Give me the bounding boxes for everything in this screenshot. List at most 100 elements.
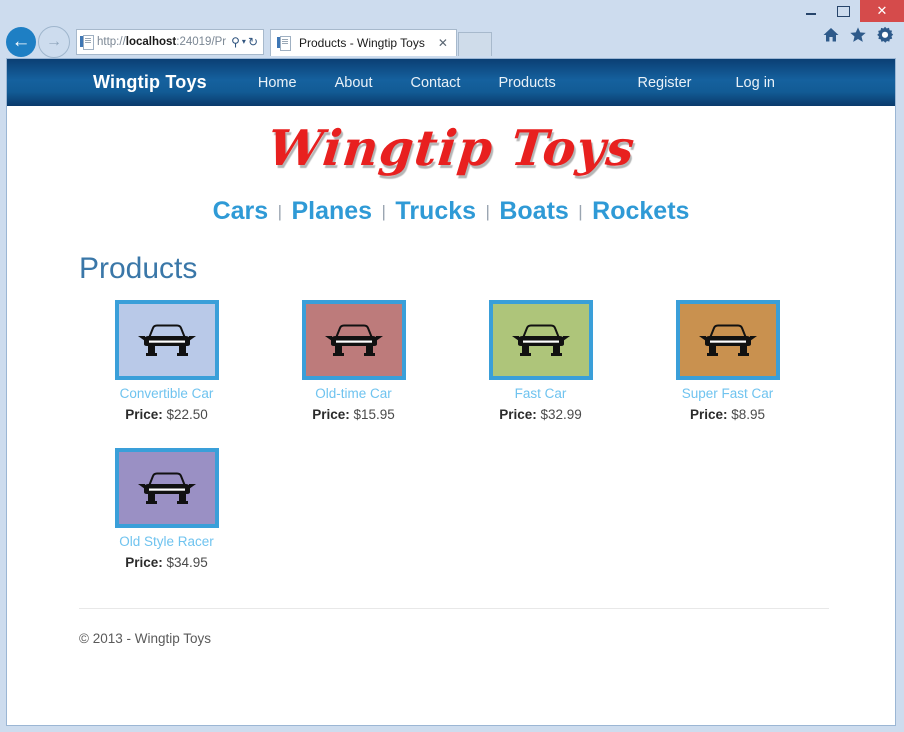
product-price: Price: $8.95 — [634, 407, 821, 422]
category-separator: | — [573, 202, 587, 221]
product-card: Fast Car Price: $32.99 — [447, 300, 634, 422]
product-image-link[interactable] — [115, 300, 219, 380]
price-value: $34.95 — [167, 555, 208, 570]
browser-window: ✕ ← → http://localhost:24019/Pr ⚲ ▾ ↻ Pr… — [0, 0, 904, 732]
site-logo: Wingtip Toys — [7, 106, 895, 177]
product-card: Old Style Racer Price: $34.95 — [73, 448, 260, 570]
close-button[interactable]: ✕ — [860, 0, 904, 22]
car-icon — [697, 320, 759, 360]
nav-link-about[interactable]: About — [316, 75, 392, 91]
url-path: :24019/Pr — [176, 36, 226, 48]
tab-title: Products - Wingtip Toys — [299, 36, 425, 50]
title-bar: ✕ — [0, 0, 904, 22]
product-thumbnail-wrap — [73, 448, 260, 528]
nav-link-login[interactable]: Log in — [713, 75, 797, 91]
product-image-link[interactable] — [115, 448, 219, 528]
price-value: $32.99 — [541, 407, 582, 422]
price-label: Price: — [125, 407, 163, 422]
product-image-link[interactable] — [676, 300, 780, 380]
product-thumbnail-wrap — [260, 300, 447, 380]
price-value: $15.95 — [354, 407, 395, 422]
address-bar-icons: ⚲ ▾ ↻ — [231, 36, 260, 48]
forward-arrow-icon: → — [46, 33, 62, 51]
product-name-link[interactable]: Super Fast Car — [634, 386, 821, 401]
product-name-link[interactable]: Old-time Car — [260, 386, 447, 401]
tab-products[interactable]: Products - Wingtip Toys ✕ — [270, 29, 457, 56]
category-link-boats[interactable]: Boats — [499, 197, 568, 225]
category-links: Cars | Planes | Trucks | Boats | Rockets — [7, 197, 895, 226]
category-separator: | — [273, 202, 287, 221]
product-image-link[interactable] — [489, 300, 593, 380]
tab-favicon-icon — [277, 36, 290, 50]
product-card: Old-time Car Price: $15.95 — [260, 300, 447, 422]
url-text: http://localhost:24019/Pr — [97, 36, 231, 48]
nav-link-products[interactable]: Products — [479, 75, 574, 91]
product-thumbnail-wrap — [634, 300, 821, 380]
category-link-trucks[interactable]: Trucks — [395, 197, 476, 225]
category-link-planes[interactable]: Planes — [291, 197, 372, 225]
product-card: Convertible Car Price: $22.50 — [73, 300, 260, 422]
minimize-icon — [806, 13, 816, 15]
category-separator: | — [480, 202, 494, 221]
maximize-icon — [837, 6, 850, 17]
product-name-link[interactable]: Old Style Racer — [73, 534, 260, 549]
footer-text: © 2013 - Wingtip Toys — [7, 609, 895, 646]
forward-button[interactable]: → — [38, 26, 70, 58]
tab-strip: Products - Wingtip Toys ✕ — [270, 28, 492, 56]
nav-link-home[interactable]: Home — [239, 75, 316, 91]
category-link-rockets[interactable]: Rockets — [592, 197, 689, 225]
chevron-down-icon[interactable]: ▾ — [242, 38, 246, 46]
product-image-link[interactable] — [302, 300, 406, 380]
refresh-icon[interactable]: ↻ — [248, 36, 258, 48]
product-price: Price: $32.99 — [447, 407, 634, 422]
car-icon — [136, 320, 198, 360]
product-grid: Convertible CarPrice: $22.50Old-time Car… — [73, 300, 895, 596]
page-favicon-icon — [80, 35, 93, 49]
close-icon: ✕ — [877, 3, 888, 19]
site-navbar: Wingtip Toys Home About Contact Products… — [7, 59, 895, 106]
star-icon[interactable] — [849, 26, 867, 44]
car-icon — [323, 320, 385, 360]
site-brand[interactable]: Wingtip Toys — [93, 72, 207, 93]
category-link-cars[interactable]: Cars — [213, 197, 269, 225]
nav-link-register[interactable]: Register — [615, 75, 713, 91]
product-card: Super Fast Car Price: $8.95 — [634, 300, 821, 422]
url-scheme: http:// — [97, 36, 126, 48]
gear-icon[interactable] — [876, 26, 894, 44]
tab-close-icon[interactable]: ✕ — [435, 36, 451, 50]
back-button[interactable]: ← — [6, 27, 36, 57]
product-price: Price: $22.50 — [73, 407, 260, 422]
price-value: $8.95 — [731, 407, 765, 422]
back-arrow-icon: ← — [12, 31, 31, 53]
product-price: Price: $15.95 — [260, 407, 447, 422]
site-nav-links: Home About Contact Products — [239, 75, 575, 91]
price-label: Price: — [312, 407, 350, 422]
url-host: localhost — [126, 36, 176, 48]
window-controls: ✕ — [794, 0, 904, 22]
product-thumbnail-wrap — [447, 300, 634, 380]
address-bar[interactable]: http://localhost:24019/Pr ⚲ ▾ ↻ — [76, 29, 264, 55]
home-icon[interactable] — [822, 26, 840, 44]
car-icon — [510, 320, 572, 360]
price-label: Price: — [499, 407, 537, 422]
search-icon[interactable]: ⚲ — [231, 36, 240, 48]
browser-command-bar — [822, 26, 894, 44]
minimize-button[interactable] — [794, 0, 827, 22]
browser-toolbar: ← → http://localhost:24019/Pr ⚲ ▾ ↻ Prod… — [0, 22, 904, 62]
page-viewport: Wingtip Toys Home About Contact Products… — [6, 58, 896, 726]
price-value: $22.50 — [167, 407, 208, 422]
car-icon — [136, 468, 198, 508]
site-logo-text: Wingtip Toys — [265, 119, 638, 177]
new-tab-button[interactable] — [458, 32, 492, 56]
price-label: Price: — [125, 555, 163, 570]
product-price: Price: $34.95 — [73, 555, 260, 570]
maximize-button[interactable] — [827, 0, 860, 22]
product-name-link[interactable]: Convertible Car — [73, 386, 260, 401]
nav-link-contact[interactable]: Contact — [391, 75, 479, 91]
price-label: Price: — [690, 407, 728, 422]
page-title: Products — [79, 252, 895, 286]
category-separator: | — [377, 202, 391, 221]
product-thumbnail-wrap — [73, 300, 260, 380]
main-content: Products Convertible CarPrice: $22.50Old… — [7, 252, 895, 596]
product-name-link[interactable]: Fast Car — [447, 386, 634, 401]
